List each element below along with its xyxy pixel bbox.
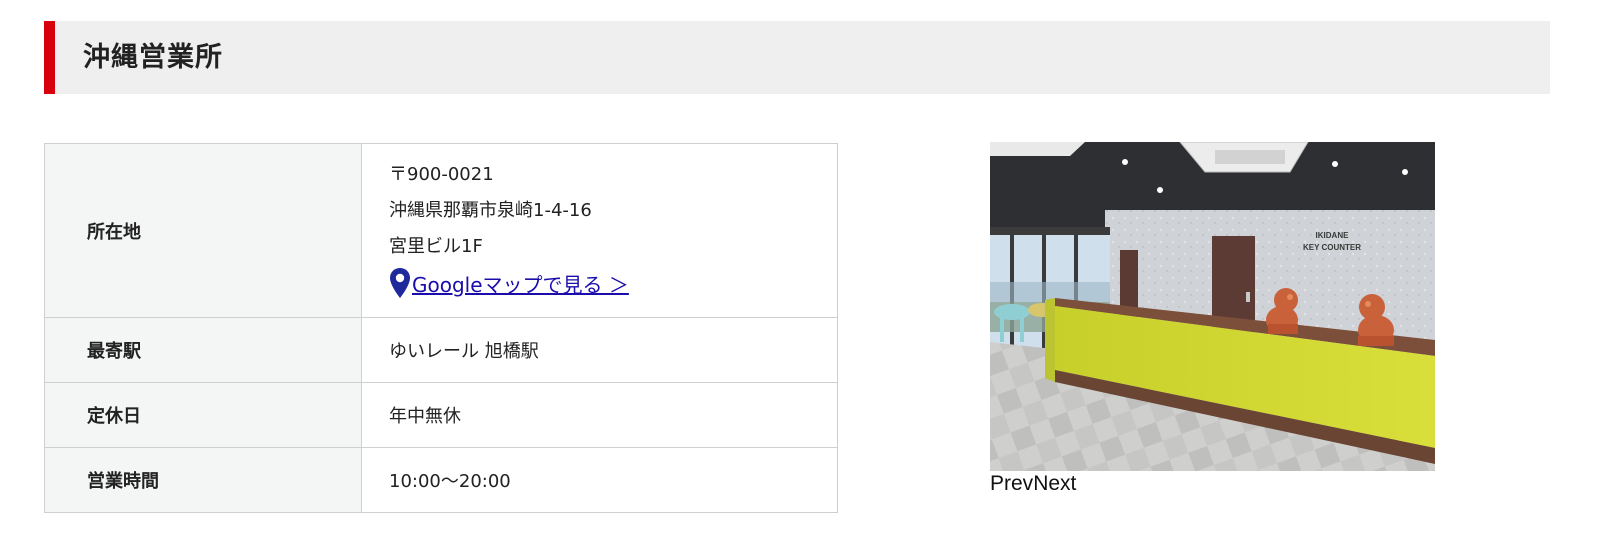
office-page: 沖縄営業所 所在地 〒900-0021 沖縄県那覇市泉崎1-4-16 宮里ビル1… (0, 0, 1600, 542)
postal-code: 〒900-0021 (389, 164, 494, 185)
hours-value: 10:00〜20:00 (361, 447, 838, 513)
office-header: 沖縄営業所 (44, 21, 1550, 94)
holiday-value: 年中無休 (361, 382, 838, 448)
office-title: 沖縄営業所 (83, 42, 223, 73)
office-info-table: 所在地 〒900-0021 沖縄県那覇市泉崎1-4-16 宮里ビル1F Goog… (44, 143, 838, 513)
office-counter-photo: IKIDANE KEY COUNTER (990, 142, 1435, 471)
address-line-2: 宮里ビル1F (389, 236, 483, 257)
address-label: 所在地 (44, 143, 362, 318)
station-label: 最寄駅 (44, 317, 362, 383)
table-row-address: 所在地 〒900-0021 沖縄県那覇市泉崎1-4-16 宮里ビル1F Goog… (44, 143, 838, 318)
table-row-holiday: 定休日 年中無休 (44, 382, 838, 448)
map-pin-icon (390, 268, 410, 298)
table-row-station: 最寄駅 ゆいレール 旭橋駅 (44, 317, 838, 383)
holiday-label: 定休日 (44, 382, 362, 448)
address-line-1: 沖縄県那覇市泉崎1-4-16 (389, 200, 592, 221)
photo-sign-ikidane: IKIDANE (1316, 231, 1350, 240)
station-value: ゆいレール 旭橋駅 (361, 317, 838, 383)
photo-sign-key-counter: KEY COUNTER (1303, 243, 1361, 252)
google-map-link[interactable]: Googleマップで見る ＞ (389, 265, 629, 301)
slider-next-button[interactable]: Next (1033, 472, 1076, 495)
slider-prev-button[interactable]: Prev (990, 472, 1033, 495)
table-row-hours: 営業時間 10:00〜20:00 (44, 447, 838, 513)
google-map-link-text[interactable]: Googleマップで見る ＞ (412, 269, 629, 298)
address-value: 〒900-0021 沖縄県那覇市泉崎1-4-16 宮里ビル1F Googleマッ… (361, 143, 838, 318)
office-photo-slider: IKIDANE KEY COUNTER PrevNext (990, 142, 1435, 502)
hours-label: 営業時間 (44, 447, 362, 513)
slider-controls: PrevNext (990, 470, 1076, 498)
header-accent-bar (44, 21, 55, 94)
